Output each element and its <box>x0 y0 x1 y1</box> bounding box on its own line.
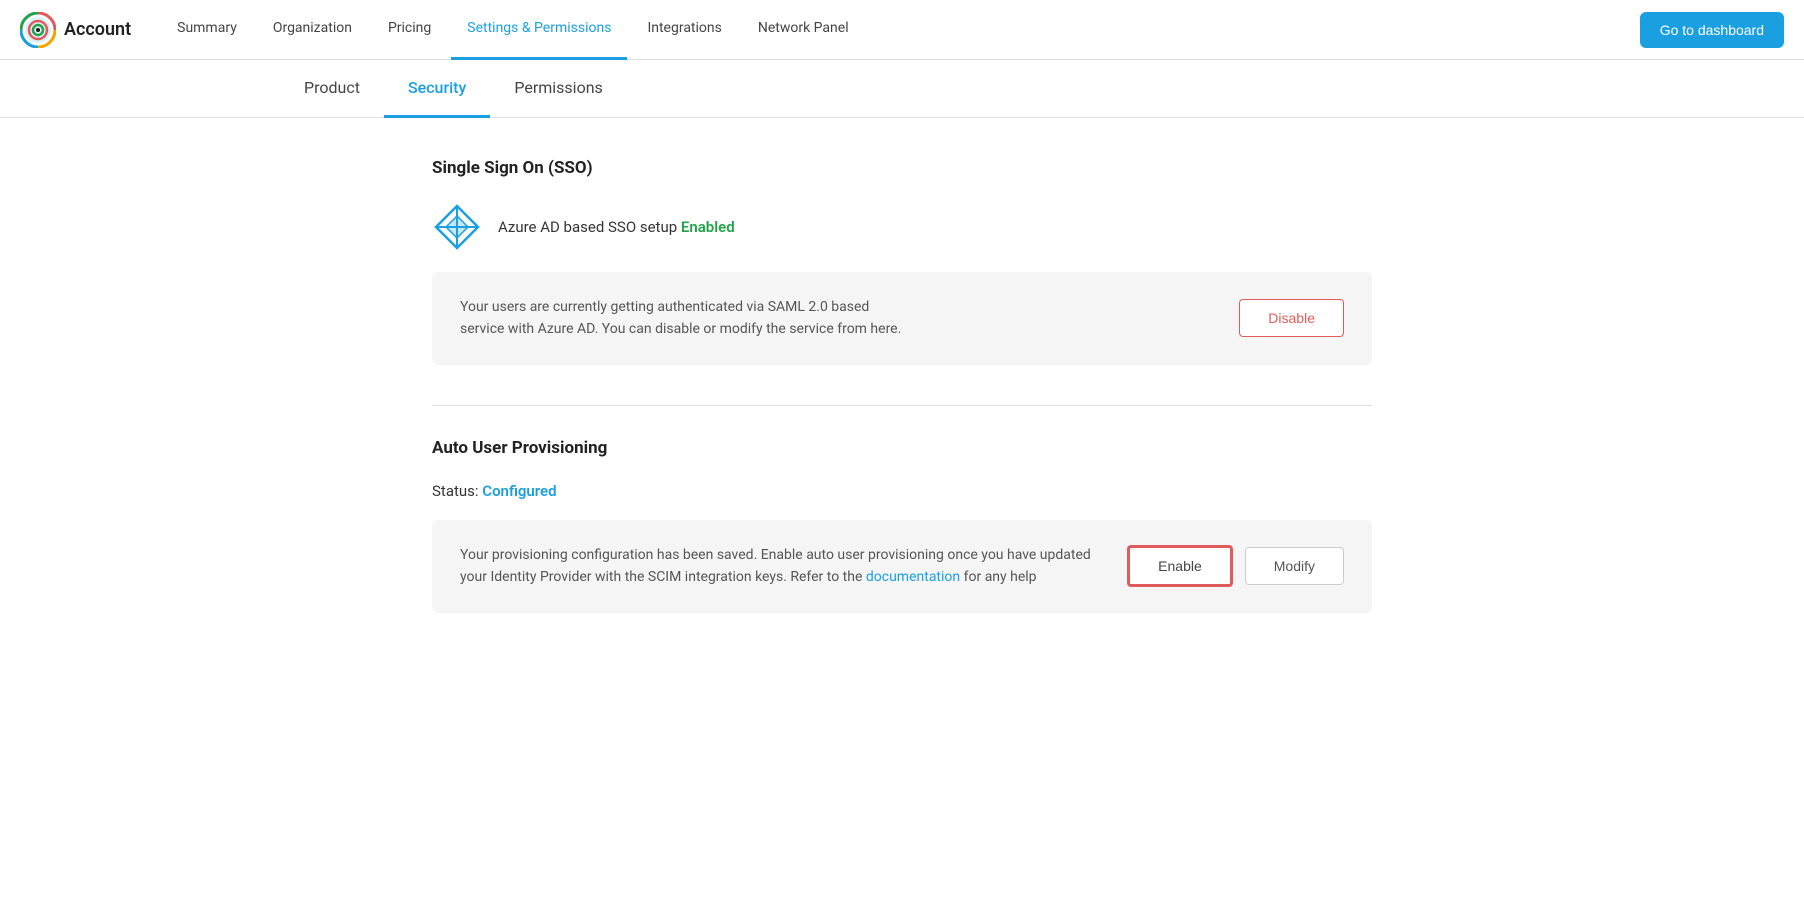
top-nav: Account Summary Organization Pricing Set… <box>0 0 1804 60</box>
app-logo-icon <box>20 12 56 48</box>
go-to-dashboard-button[interactable]: Go to dashboard <box>1640 12 1784 48</box>
sso-section-title: Single Sign On (SSO) <box>432 158 1372 178</box>
nav-link-summary[interactable]: Summary <box>161 0 253 60</box>
tab-security[interactable]: Security <box>384 60 490 118</box>
sso-info-box: Your users are currently getting authent… <box>432 272 1372 365</box>
auto-provisioning-title: Auto User Provisioning <box>432 438 1372 458</box>
provisioning-info-suffix: for any help <box>964 569 1037 585</box>
tab-product[interactable]: Product <box>280 60 384 118</box>
provisioning-btn-row: Enable Modify <box>1127 545 1344 587</box>
section-divider <box>432 405 1372 406</box>
sso-provider-row: Azure AD based SSO setup Enabled <box>432 202 1372 252</box>
provisioning-info-box: Your provisioning configuration has been… <box>432 520 1372 613</box>
status-prefix: Status: <box>432 482 479 500</box>
tab-permissions[interactable]: Permissions <box>490 60 626 118</box>
nav-link-integrations[interactable]: Integrations <box>631 0 737 60</box>
nav-link-organization[interactable]: Organization <box>257 0 368 60</box>
sub-nav: Product Security Permissions <box>0 60 1804 118</box>
nav-link-settings-permissions[interactable]: Settings & Permissions <box>451 0 627 60</box>
app-title: Account <box>64 19 131 40</box>
modify-button[interactable]: Modify <box>1245 547 1344 585</box>
logo-area: Account <box>20 12 131 48</box>
nav-link-network-panel[interactable]: Network Panel <box>742 0 865 60</box>
nav-links: Summary Organization Pricing Settings & … <box>161 0 1640 60</box>
sso-status-label: Enabled <box>681 218 735 236</box>
sso-provider-text: Azure AD based SSO setup Enabled <box>498 218 735 236</box>
sso-provider-label: Azure AD based SSO setup <box>498 218 677 236</box>
provisioning-info-text: Your provisioning configuration has been… <box>460 544 1107 589</box>
auto-provisioning-section: Auto User Provisioning Status: Configure… <box>432 438 1372 613</box>
main-content: Single Sign On (SSO) Azure AD based SSO … <box>412 118 1392 693</box>
sso-section: Single Sign On (SSO) Azure AD based SSO … <box>432 158 1372 365</box>
documentation-link[interactable]: documentation <box>866 569 960 585</box>
azure-ad-icon <box>432 202 482 252</box>
nav-link-pricing[interactable]: Pricing <box>372 0 447 60</box>
provisioning-status-row: Status: Configured <box>432 482 1372 500</box>
provisioning-status-label: Configured <box>482 482 556 500</box>
enable-button[interactable]: Enable <box>1127 545 1233 587</box>
sso-info-text: Your users are currently getting authent… <box>460 296 1219 341</box>
disable-button[interactable]: Disable <box>1239 299 1344 337</box>
